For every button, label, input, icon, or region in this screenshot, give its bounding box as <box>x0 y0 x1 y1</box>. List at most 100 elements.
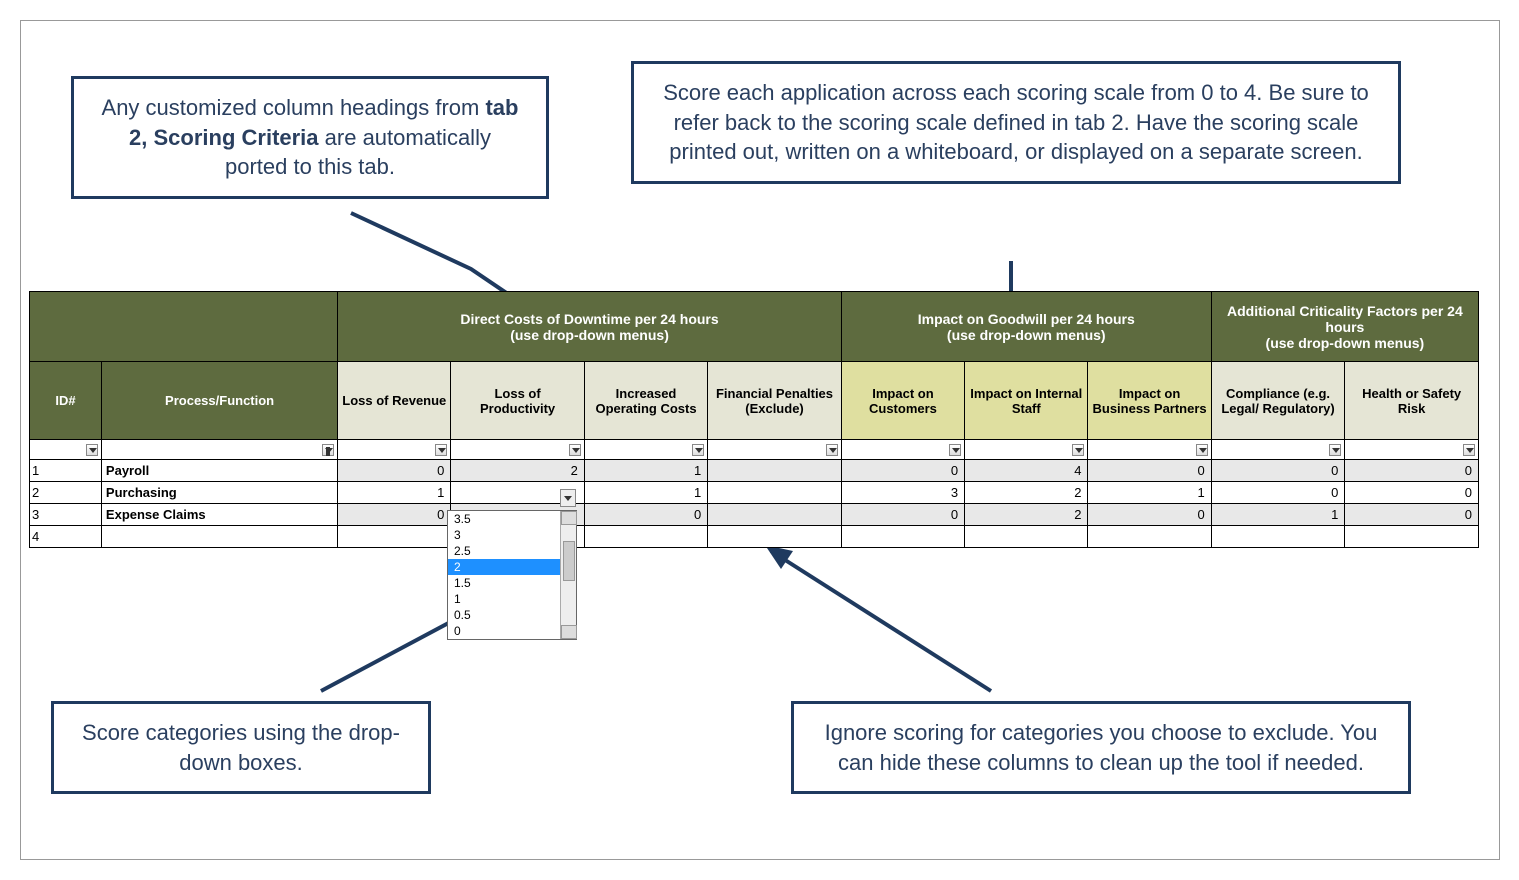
process-cell[interactable]: Expense Claims <box>101 504 337 526</box>
score-cell[interactable]: 4 <box>965 460 1088 482</box>
process-cell[interactable] <box>101 526 337 548</box>
filter-row <box>30 440 1479 460</box>
score-cell[interactable]: 0 <box>841 504 964 526</box>
table-row: 3Expense Claims0002010 <box>30 504 1479 526</box>
score-cell[interactable]: 1 <box>584 482 707 504</box>
score-cell[interactable]: 1 <box>1211 504 1345 526</box>
scoring-table: Direct Costs of Downtime per 24 hours (u… <box>29 291 1479 548</box>
id-cell[interactable]: 4 <box>30 526 102 548</box>
filter-cell[interactable] <box>965 440 1088 460</box>
scroll-thumb[interactable] <box>563 541 575 581</box>
score-cell[interactable] <box>708 526 842 548</box>
score-cell[interactable]: 3 <box>841 482 964 504</box>
score-cell[interactable] <box>1088 526 1211 548</box>
col-financial-penalties[interactable]: Financial Penalties (Exclude) <box>708 362 842 440</box>
filter-dropdown-icon[interactable] <box>86 444 98 456</box>
col-impact-staff[interactable]: Impact on Internal Staff <box>965 362 1088 440</box>
filter-dropdown-icon[interactable] <box>1463 444 1475 456</box>
score-cell[interactable]: 0 <box>1211 482 1345 504</box>
group-header-goodwill: Impact on Goodwill per 24 hours (use dro… <box>841 292 1211 362</box>
score-cell[interactable] <box>338 526 451 548</box>
callout-text: Score categories using the drop-down box… <box>82 720 400 775</box>
filter-cell[interactable] <box>1088 440 1211 460</box>
col-impact-customers[interactable]: Impact on Customers <box>841 362 964 440</box>
score-cell[interactable]: 0 <box>584 504 707 526</box>
score-cell[interactable]: 0 <box>1088 504 1211 526</box>
score-cell[interactable] <box>965 526 1088 548</box>
score-cell[interactable]: 0 <box>1345 482 1479 504</box>
dropdown-option[interactable]: 1 <box>448 591 576 607</box>
filter-cell[interactable] <box>841 440 964 460</box>
id-cell[interactable]: 2 <box>30 482 102 504</box>
col-process[interactable]: Process/Function <box>101 362 337 440</box>
score-cell[interactable]: 1 <box>338 482 451 504</box>
callout-top-left: Any customized column headings from tab … <box>71 76 549 199</box>
dropdown-option[interactable]: 0.5 <box>448 607 576 623</box>
col-compliance[interactable]: Compliance (e.g. Legal/ Regulatory) <box>1211 362 1345 440</box>
score-cell[interactable]: 0 <box>1088 460 1211 482</box>
filter-cell[interactable] <box>1211 440 1345 460</box>
score-cell[interactable] <box>1345 526 1479 548</box>
col-id[interactable]: ID# <box>30 362 102 440</box>
score-cell[interactable]: 0 <box>1345 504 1479 526</box>
score-cell[interactable] <box>708 460 842 482</box>
score-cell[interactable]: 2 <box>965 504 1088 526</box>
dropdown-option[interactable]: 2 <box>448 559 576 575</box>
score-cell[interactable]: 0 <box>1211 460 1345 482</box>
score-cell[interactable]: 0 <box>1345 460 1479 482</box>
score-cell[interactable]: 2 <box>965 482 1088 504</box>
filter-cell[interactable] <box>338 440 451 460</box>
col-impact-partners[interactable]: Impact on Business Partners <box>1088 362 1211 440</box>
score-cell[interactable] <box>1211 526 1345 548</box>
filter-dropdown-icon[interactable] <box>1196 444 1208 456</box>
filter-dropdown-icon[interactable] <box>826 444 838 456</box>
filter-dropdown-icon[interactable] <box>1329 444 1341 456</box>
process-cell[interactable]: Payroll <box>101 460 337 482</box>
filter-cell[interactable] <box>30 440 102 460</box>
callout-bottom-right: Ignore scoring for categories you choose… <box>791 701 1411 794</box>
score-cell[interactable]: 1 <box>584 460 707 482</box>
figure-container: Any customized column headings from tab … <box>20 20 1500 860</box>
table-row: 1Payroll02104000 <box>30 460 1479 482</box>
col-operating-costs[interactable]: Increased Operating Costs <box>584 362 707 440</box>
filter-cell[interactable] <box>584 440 707 460</box>
filter-cell[interactable] <box>451 440 585 460</box>
score-cell[interactable] <box>708 482 842 504</box>
column-header-row: ID# Process/Function Loss of Revenue Los… <box>30 362 1479 440</box>
dropdown-option[interactable]: 3.5 <box>448 511 576 527</box>
dropdown-option[interactable]: 1.5 <box>448 575 576 591</box>
dropdown-option[interactable]: 3 <box>448 527 576 543</box>
col-health-safety[interactable]: Health or Safety Risk <box>1345 362 1479 440</box>
filter-cell[interactable] <box>101 440 337 460</box>
score-cell[interactable]: 0 <box>338 504 451 526</box>
dropdown-scrollbar[interactable] <box>560 511 576 639</box>
id-cell[interactable]: 3 <box>30 504 102 526</box>
score-cell[interactable] <box>708 504 842 526</box>
group-header-direct-costs: Direct Costs of Downtime per 24 hours (u… <box>338 292 842 362</box>
filter-cell[interactable] <box>1345 440 1479 460</box>
process-cell[interactable]: Purchasing <box>101 482 337 504</box>
filter-cell[interactable] <box>708 440 842 460</box>
cell-dropdown-button[interactable] <box>560 489 576 507</box>
filter-dropdown-icon[interactable] <box>569 444 581 456</box>
score-dropdown[interactable]: 3.532.521.510.50 <box>447 510 577 640</box>
id-cell[interactable]: 1 <box>30 460 102 482</box>
score-cell[interactable]: 1 <box>1088 482 1211 504</box>
filter-dropdown-icon[interactable] <box>435 444 447 456</box>
filter-dropdown-icon[interactable] <box>949 444 961 456</box>
col-loss-revenue[interactable]: Loss of Revenue <box>338 362 451 440</box>
filter-dropdown-icon[interactable] <box>1072 444 1084 456</box>
score-cell[interactable] <box>841 526 964 548</box>
score-cell[interactable]: 0 <box>841 460 964 482</box>
score-cell[interactable]: 0 <box>338 460 451 482</box>
dropdown-option[interactable]: 0 <box>448 623 576 639</box>
callout-top-right: Score each application across each scori… <box>631 61 1401 184</box>
score-cell[interactable]: 2 <box>451 460 585 482</box>
score-cell[interactable] <box>584 526 707 548</box>
scroll-up-icon[interactable] <box>561 511 577 525</box>
scroll-down-icon[interactable] <box>561 625 577 639</box>
col-loss-productivity[interactable]: Loss of Productivity <box>451 362 585 440</box>
dropdown-option[interactable]: 2.5 <box>448 543 576 559</box>
filter-dropdown-icon[interactable] <box>692 444 704 456</box>
filter-funnel-icon[interactable] <box>322 444 334 456</box>
